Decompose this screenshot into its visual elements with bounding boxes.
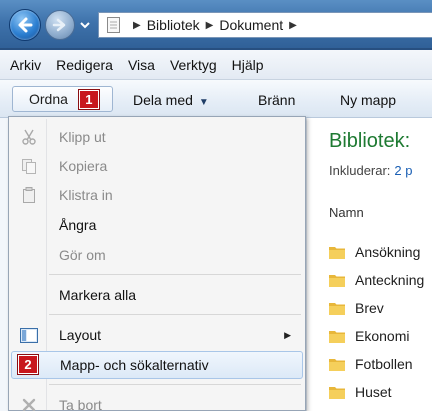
breadcrumb-arrow-icon[interactable]: ▶	[133, 20, 141, 31]
column-header-name[interactable]: Namn	[329, 205, 364, 220]
address-bar[interactable]: ▶ Bibliotek ▶ Dokument ▶	[98, 12, 432, 38]
menu-bar: Arkiv Redigera Visa Verktyg Hjälp	[0, 50, 432, 80]
breadcrumb-documents[interactable]: Dokument	[219, 17, 283, 33]
recent-pages-button[interactable]	[79, 19, 91, 31]
include-locations-link[interactable]: 2 p	[394, 163, 412, 178]
folder-icon	[329, 275, 345, 287]
new-folder-button[interactable]: Ny mapp	[340, 92, 396, 108]
menu-view[interactable]: Visa	[128, 57, 155, 73]
menu-item-paste[interactable]: Klistra in	[11, 181, 303, 209]
folder-name: Ekonomi	[355, 328, 410, 344]
folder-icon	[329, 303, 345, 315]
organize-button[interactable]: Ordna 1	[12, 86, 113, 112]
menu-help[interactable]: Hjälp	[232, 57, 264, 73]
menu-separator	[49, 274, 301, 275]
menu-item-layout[interactable]: Layout ▶	[11, 321, 303, 349]
layout-icon	[20, 326, 38, 344]
list-item[interactable]: Ansökning	[329, 238, 424, 266]
menu-item-label: Ta bort	[59, 397, 102, 411]
document-icon	[105, 17, 121, 33]
folder-name: Huset	[355, 384, 392, 400]
menu-item-label: Klipp ut	[59, 129, 106, 145]
folder-name: Anteckning	[355, 272, 425, 288]
folder-icon	[329, 331, 345, 343]
menu-item-label: Gör om	[59, 247, 106, 263]
menu-item-folder-options[interactable]: 2 Mapp- och sökalternativ	[11, 351, 303, 379]
file-list: Ansökning Anteckning Brev Ekonomi Fotbol…	[329, 238, 424, 406]
command-bar: Ordna 1 Dela med ▼ Bränn Ny mapp	[0, 80, 432, 118]
clipboard-icon	[20, 186, 38, 204]
menu-item-label: Klistra in	[59, 187, 113, 203]
menu-separator	[49, 314, 301, 315]
library-include-info: Inkluderar: 2 p	[329, 163, 413, 178]
arrow-right-icon	[52, 18, 66, 32]
list-item[interactable]: Brev	[329, 294, 424, 322]
list-item[interactable]: Ekonomi	[329, 322, 424, 350]
breadcrumb-libraries[interactable]: Bibliotek	[147, 17, 200, 33]
menu-item-select-all[interactable]: Markera alla	[11, 281, 303, 309]
breadcrumb-arrow-icon[interactable]: ▶	[206, 20, 214, 31]
include-label: Inkluderar:	[329, 163, 391, 178]
breadcrumb-arrow-icon[interactable]: ▶	[289, 20, 297, 31]
menu-item-copy[interactable]: Kopiera	[11, 152, 303, 180]
burn-button[interactable]: Bränn	[258, 92, 295, 108]
menu-item-label: Markera alla	[59, 287, 137, 303]
library-content-pane: Bibliotek: Inkluderar: 2 p Namn Ansökning…	[306, 118, 432, 411]
menu-item-label: Mapp- och sökalternativ	[60, 357, 209, 373]
share-with-button[interactable]: Dela med ▼	[133, 92, 209, 108]
menu-item-redo[interactable]: Gör om	[11, 241, 303, 269]
organize-label: Ordna	[29, 91, 68, 107]
menu-item-cut[interactable]: Klipp ut	[11, 123, 303, 151]
folder-name: Brev	[355, 300, 384, 316]
folder-name: Ansökning	[355, 244, 421, 260]
caret-down-icon: ▼	[198, 97, 209, 108]
menu-separator	[49, 384, 301, 385]
menu-item-label: Kopiera	[59, 158, 108, 174]
menu-item-label: Layout	[59, 327, 102, 343]
step-badge: 2	[17, 354, 39, 375]
menu-item-delete[interactable]: Ta bort	[11, 391, 303, 411]
library-title: Bibliotek:	[329, 130, 411, 152]
step-badge: 1	[77, 88, 100, 110]
scissors-icon	[20, 128, 38, 146]
folder-icon	[329, 359, 345, 371]
list-item[interactable]: Fotbollen	[329, 350, 424, 378]
copy-icon	[20, 157, 38, 175]
share-with-label: Dela med	[133, 92, 193, 108]
arrow-left-icon	[18, 17, 33, 33]
forward-button[interactable]	[45, 10, 75, 40]
folder-icon	[329, 387, 345, 399]
folder-icon	[329, 247, 345, 259]
folder-name: Fotbollen	[355, 356, 413, 372]
delete-x-icon	[20, 396, 38, 411]
list-item[interactable]: Anteckning	[329, 266, 424, 294]
menu-tools[interactable]: Verktyg	[170, 57, 217, 73]
chevron-down-icon	[80, 22, 90, 29]
title-bar: ▶ Bibliotek ▶ Dokument ▶	[0, 0, 432, 50]
menu-file[interactable]: Arkiv	[10, 57, 41, 73]
menu-item-label: Ångra	[59, 217, 97, 233]
submenu-arrow-icon: ▶	[284, 329, 291, 340]
back-button[interactable]	[9, 9, 41, 41]
list-item[interactable]: Huset	[329, 378, 424, 406]
menu-item-undo[interactable]: Ångra	[11, 211, 303, 239]
menu-edit[interactable]: Redigera	[56, 57, 113, 73]
organize-menu: Klipp ut Kopiera Klistra in Ångra Gör om…	[8, 116, 306, 411]
